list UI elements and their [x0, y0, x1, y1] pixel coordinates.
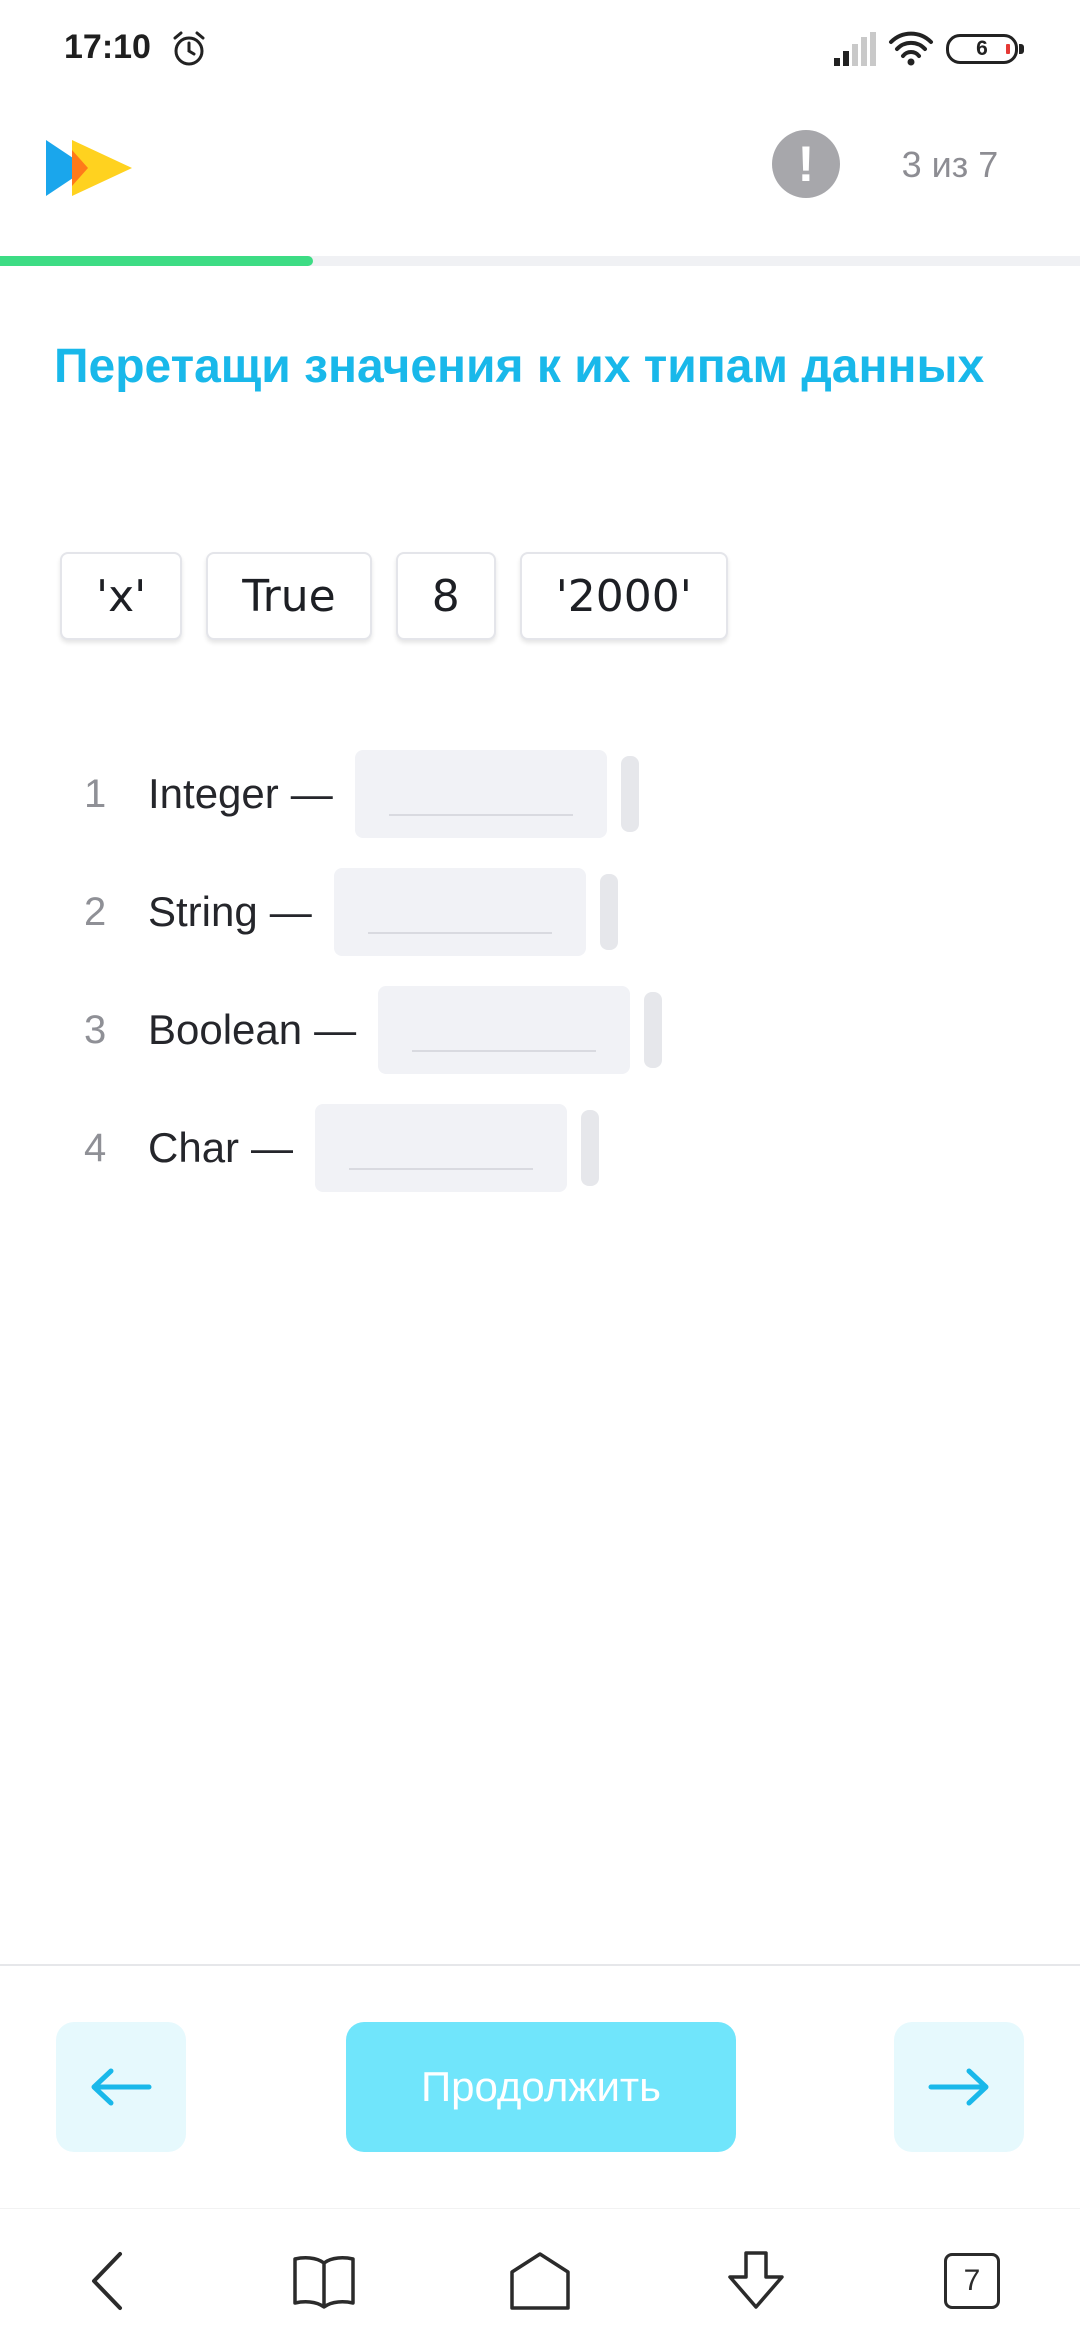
- signal-icon: [834, 32, 876, 66]
- answer-chip[interactable]: True: [206, 552, 372, 640]
- bottom-divider: [0, 1964, 1080, 1966]
- home-icon: [510, 2252, 570, 2310]
- question-number: 2: [84, 889, 107, 934]
- bookmarks-button[interactable]: [286, 2243, 362, 2319]
- task-title: Перетащи значения к их типам данных: [54, 340, 985, 393]
- answer-options: 'x' True 8 '2000': [60, 552, 728, 642]
- answer-chip[interactable]: 8: [395, 552, 496, 640]
- tabs-icon: 7: [944, 2253, 1000, 2309]
- question-dash: —: [251, 1124, 294, 1171]
- back-chevron-icon: [92, 2252, 122, 2310]
- battery-level: 6: [976, 37, 988, 60]
- system-back-button[interactable]: [70, 2243, 146, 2319]
- drop-slot[interactable]: [378, 986, 631, 1074]
- question-row: 1 Integer —: [84, 735, 984, 853]
- app-logo: [46, 140, 132, 196]
- book-icon: [293, 2256, 355, 2309]
- question-label: Char: [148, 1124, 240, 1171]
- wifi-icon: [889, 31, 933, 66]
- question-label: String: [148, 888, 258, 935]
- tabs-button[interactable]: 7: [934, 2243, 1010, 2319]
- question-list: 1 Integer —2 String —3 Boolean —4 Char —: [84, 735, 984, 1207]
- drop-slot[interactable]: [315, 1104, 568, 1192]
- arrow-left-icon: [91, 2068, 152, 2106]
- question-number: 4: [84, 1125, 107, 1170]
- battery-icon: 6: [946, 34, 1024, 64]
- continue-button[interactable]: Продолжить: [346, 2022, 736, 2152]
- question-dash: —: [290, 770, 333, 817]
- question-dash: —: [269, 888, 312, 935]
- drop-slot[interactable]: [354, 750, 607, 838]
- next-button[interactable]: [894, 2022, 1024, 2152]
- question-row: 3 Boolean —: [84, 971, 984, 1089]
- drop-slot[interactable]: [333, 868, 586, 956]
- question-label: Boolean: [148, 1006, 303, 1053]
- progress-bar: [0, 256, 1080, 266]
- answer-chip[interactable]: 'x': [60, 552, 183, 640]
- slot-handle: [599, 874, 618, 950]
- question-dash: —: [314, 1006, 357, 1053]
- exclamation-icon: !: [797, 136, 815, 192]
- status-bar: 17:10 6: [0, 0, 1080, 100]
- lesson-header: ! 3 из 7: [0, 110, 1080, 260]
- question-row: 4 Char —: [84, 1089, 984, 1207]
- alarm-icon: [173, 31, 205, 66]
- slot-handle: [644, 992, 663, 1068]
- previous-button[interactable]: [56, 2022, 186, 2152]
- answer-chip[interactable]: '2000': [519, 552, 728, 640]
- home-button[interactable]: [502, 2243, 578, 2319]
- question-number: 3: [84, 1007, 107, 1052]
- download-icon: [728, 2251, 784, 2309]
- downloads-button[interactable]: [718, 2243, 794, 2319]
- status-time: 17:10: [64, 28, 151, 66]
- slot-handle: [620, 756, 639, 832]
- progress-fill: [0, 256, 314, 266]
- arrow-right-icon: [928, 2068, 989, 2106]
- slot-handle: [581, 1110, 600, 1186]
- system-nav-bar: 7: [0, 2208, 1080, 2340]
- question-row: 2 String —: [84, 853, 984, 971]
- report-button[interactable]: !: [772, 130, 840, 198]
- progress-counter: 3 из 7: [901, 144, 999, 185]
- question-number: 1: [84, 771, 107, 816]
- question-label: Integer: [148, 770, 279, 817]
